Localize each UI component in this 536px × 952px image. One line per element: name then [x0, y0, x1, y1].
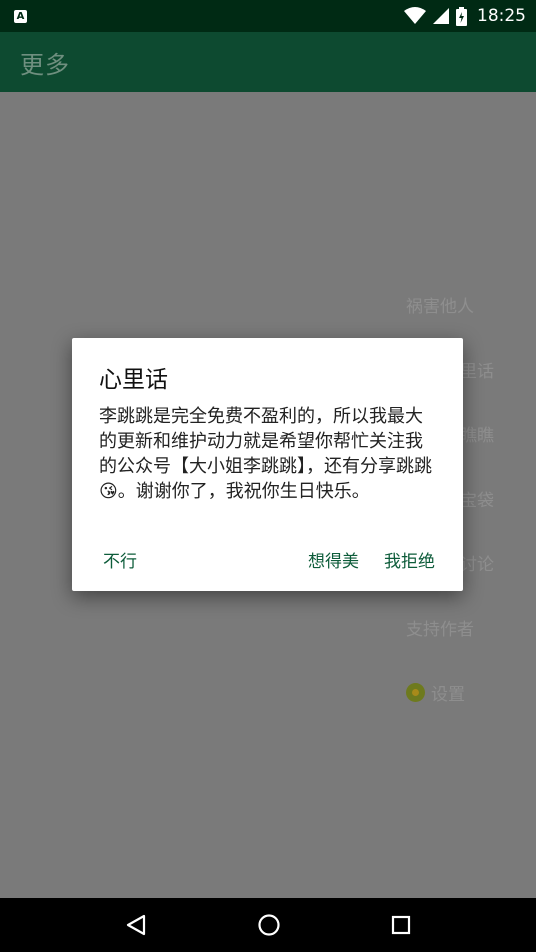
menu-item-support-author[interactable]: 支持作者	[406, 615, 474, 640]
notification-app-icon: A	[14, 9, 27, 23]
decline-button[interactable]: 我拒绝	[384, 547, 435, 572]
wifi-icon	[404, 7, 426, 24]
dream-on-button[interactable]: 想得美	[308, 547, 359, 572]
home-icon[interactable]	[257, 913, 281, 937]
menu-item-label: 里话	[460, 362, 494, 382]
navigation-bar	[0, 898, 536, 952]
menu-item-heart-talk[interactable]: 里话	[460, 357, 494, 382]
refuse-button[interactable]: 不行	[103, 547, 137, 572]
menu-item-settings[interactable]: 设置	[406, 680, 465, 705]
menu-item-take-a-look[interactable]: 瞧瞧	[460, 421, 494, 446]
signal-icon	[433, 8, 449, 24]
menu-item-label: 祸害他人	[406, 297, 474, 317]
menu-item-label: 设置	[431, 685, 465, 705]
app-bar: 更多	[0, 32, 536, 92]
menu-item-treasure-bag[interactable]: 宝袋	[460, 486, 494, 511]
menu-item-label: 支持作者	[406, 620, 474, 640]
menu-item-label: 讨论	[460, 555, 494, 575]
heart-talk-dialog: 心里话 李跳跳是完全免费不盈利的，所以我最大的更新和维护动力就是希望你帮忙关注我…	[72, 338, 463, 591]
back-icon[interactable]	[125, 914, 147, 936]
dialog-title: 心里话	[99, 367, 168, 393]
status-bar: A 18:25	[0, 0, 536, 32]
menu-item-harm-others[interactable]: 祸害他人	[406, 292, 474, 317]
status-time: 18:25	[477, 6, 526, 26]
recents-icon[interactable]	[391, 915, 411, 935]
battery-charging-icon	[456, 6, 467, 26]
dialog-message: 李跳跳是完全免费不盈利的，所以我最大的更新和维护动力就是希望你帮忙关注我的公众号…	[99, 406, 432, 502]
kiwi-icon	[406, 683, 425, 702]
page-title: 更多	[20, 50, 70, 79]
menu-item-label: 宝袋	[460, 491, 494, 511]
menu-item-discussion[interactable]: 讨论	[460, 550, 494, 575]
menu-item-label: 瞧瞧	[460, 426, 494, 446]
